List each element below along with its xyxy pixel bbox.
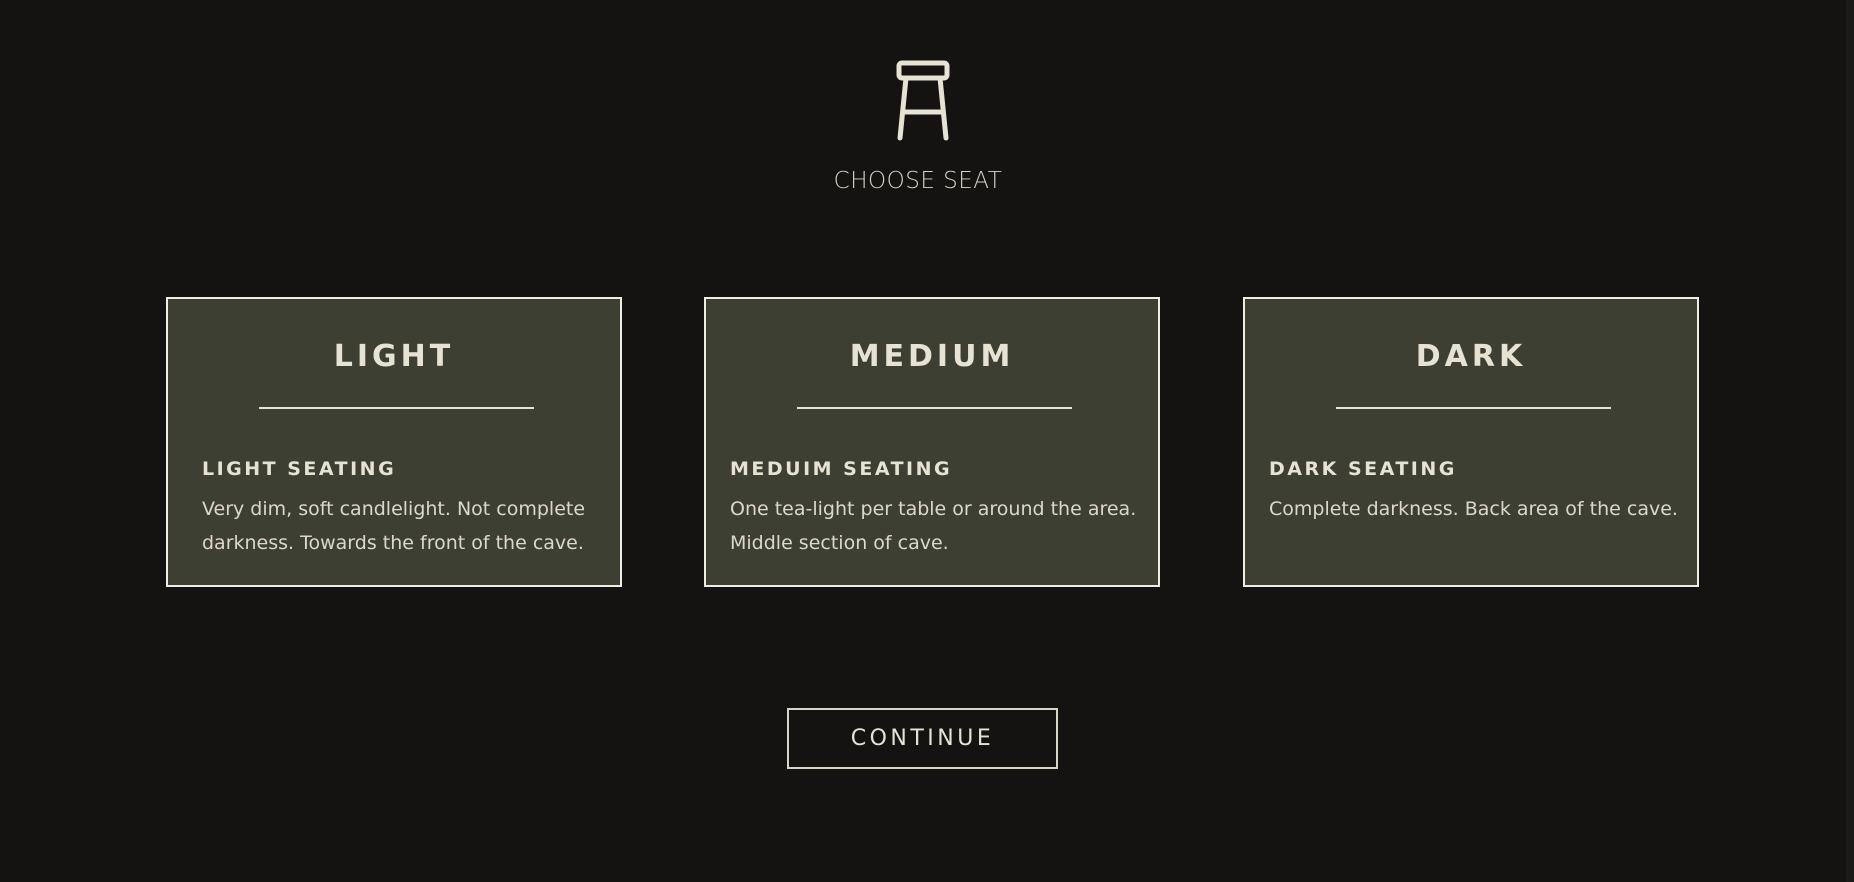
seat-option-description: One tea-light per table or around the ar… [730, 498, 1137, 554]
seat-option-subtitle: MEDUIM SEATING [730, 458, 953, 480]
divider [1336, 407, 1611, 409]
seat-option-description: Very dim, soft candlelight. Not complete… [202, 498, 586, 554]
seat-option-subtitle: LIGHT SEATING [202, 458, 397, 480]
continue-button[interactable]: CONTINUE [787, 708, 1058, 769]
seat-option-light[interactable]: LIGHT LIGHT SEATING Very dim, soft candl… [166, 297, 622, 587]
seat-option-dark[interactable]: DARK DARK SEATING Complete darkness. Bac… [1243, 297, 1699, 587]
divider [259, 407, 534, 409]
page-title: CHOOSE SEAT [833, 168, 1003, 194]
seat-option-description: Complete darkness. Back area of the cave… [1269, 498, 1678, 520]
divider [797, 407, 1072, 409]
seat-option-title: DARK [1415, 339, 1527, 374]
seat-selection-page: CHOOSE SEAT LIGHT LIGHT SEATING Very dim… [0, 0, 1854, 882]
scrollbar-track[interactable] [1846, 0, 1854, 882]
seat-option-title: MEDIUM [849, 339, 1015, 374]
seat-option-title: LIGHT [333, 339, 455, 374]
seat-option-medium[interactable]: MEDIUM MEDUIM SEATING One tea-light per … [704, 297, 1160, 587]
seat-option-subtitle: DARK SEATING [1269, 458, 1457, 480]
stool-icon [896, 60, 950, 141]
